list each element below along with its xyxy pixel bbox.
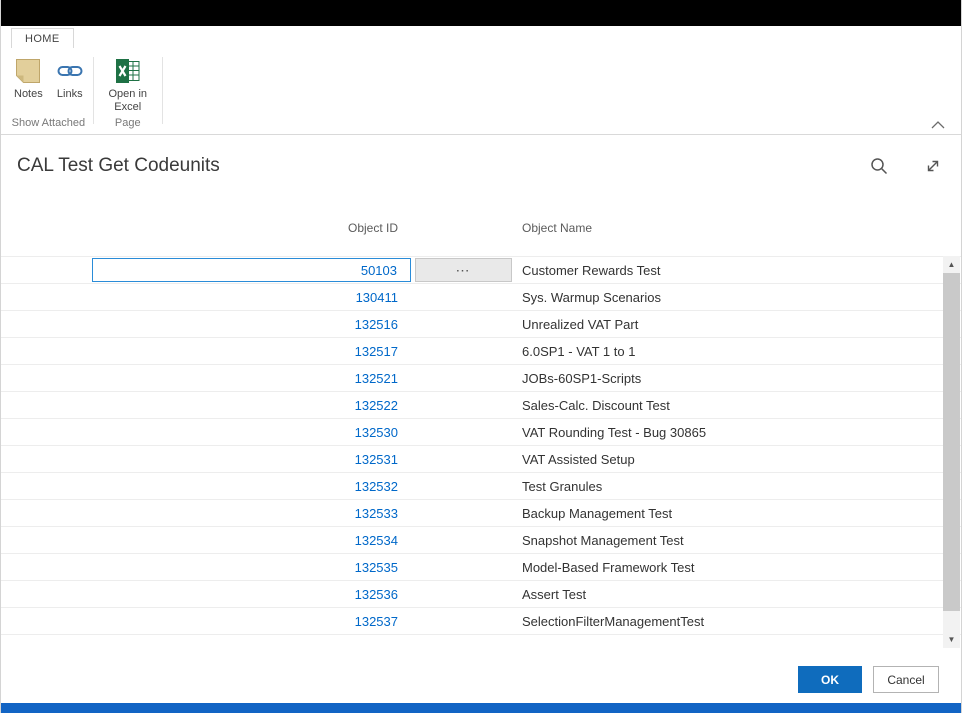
excel-icon (115, 58, 141, 84)
table-row[interactable]: 130411 ⋯ Sys. Warmup Scenarios (1, 284, 961, 311)
object-id-cell[interactable]: 130411 (92, 290, 411, 305)
table-row[interactable]: 132521 ⋯ JOBs-60SP1-Scripts (1, 365, 961, 392)
object-id-cell[interactable]: 132517 (92, 344, 411, 359)
object-id-cell[interactable]: 132532 (92, 479, 411, 494)
table-row[interactable]: 132530 ⋯ VAT Rounding Test - Bug 30865 (1, 419, 961, 446)
object-id-cell[interactable]: 132516 (92, 317, 411, 332)
column-header-object-name[interactable]: Object Name (522, 221, 592, 236)
table-row[interactable]: 132535 ⋯ Model-Based Framework Test (1, 554, 961, 581)
bottom-accent-strip (1, 703, 961, 713)
ribbon-group-separator (162, 57, 163, 124)
open-in-excel-label: Open in Excel (104, 88, 152, 113)
object-id-cell[interactable]: 132530 (92, 425, 411, 440)
notes-button[interactable]: Notes (7, 56, 50, 101)
object-name-cell[interactable]: Snapshot Management Test (522, 533, 684, 548)
table-row[interactable]: 132534 ⋯ Snapshot Management Test (1, 527, 961, 554)
table-row[interactable]: 132516 ⋯ Unrealized VAT Part (1, 311, 961, 338)
table-row[interactable]: 50103 ⋯ Customer Rewards Test (1, 257, 961, 284)
object-name-cell[interactable]: Sales-Calc. Discount Test (522, 398, 670, 413)
table-row[interactable]: 132531 ⋯ VAT Assisted Setup (1, 446, 961, 473)
page-actions (869, 156, 943, 176)
assist-edit-button[interactable]: ⋯ (415, 258, 512, 282)
chevron-up-icon (931, 116, 945, 133)
ribbon-group-show-attached: Notes Links Show Attached (7, 48, 90, 134)
open-in-excel-button[interactable]: Open in Excel (97, 56, 159, 113)
cancel-button[interactable]: Cancel (873, 666, 939, 693)
object-name-cell[interactable]: JOBs-60SP1-Scripts (522, 371, 641, 386)
scroll-up-icon: ▲ (948, 260, 956, 269)
object-id-cell[interactable]: 132522 (92, 398, 411, 413)
object-id-cell[interactable]: 132531 (92, 452, 411, 467)
page-title: CAL Test Get Codeunits (17, 155, 869, 177)
object-name-cell[interactable]: Unrealized VAT Part (522, 317, 638, 332)
collapse-ribbon-button[interactable] (931, 116, 947, 128)
page-header: CAL Test Get Codeunits (1, 135, 961, 197)
object-name-cell[interactable]: Assert Test (522, 587, 586, 602)
object-id-cell[interactable]: 50103 (92, 258, 411, 282)
scroll-down-icon: ▼ (948, 635, 956, 644)
scrollbar-thumb[interactable] (943, 273, 960, 611)
search-icon[interactable] (869, 156, 889, 176)
expand-window-icon[interactable] (923, 156, 943, 176)
ribbon-group-separator (93, 57, 94, 124)
tab-home[interactable]: HOME (11, 28, 74, 48)
object-id-cell[interactable]: 132534 (92, 533, 411, 548)
object-name-cell[interactable]: Customer Rewards Test (522, 263, 660, 278)
scrollbar-track[interactable] (943, 273, 960, 631)
object-name-cell[interactable]: VAT Rounding Test - Bug 30865 (522, 425, 706, 440)
scroll-up-button[interactable]: ▲ (943, 256, 960, 273)
object-name-cell[interactable]: Backup Management Test (522, 506, 672, 521)
ribbon-group-label-show-attached: Show Attached (7, 117, 90, 134)
table-row[interactable]: 132522 ⋯ Sales-Calc. Discount Test (1, 392, 961, 419)
note-icon (15, 58, 41, 84)
column-header-object-id[interactable]: Object ID (1, 221, 411, 236)
table-row[interactable]: 132517 ⋯ 6.0SP1 - VAT 1 to 1 (1, 338, 961, 365)
links-icon (57, 58, 83, 84)
table-row[interactable]: 132537 ⋯ SelectionFilterManagementTest (1, 608, 961, 635)
ribbon: Notes Links Show Attached (1, 48, 961, 135)
object-id-cell[interactable]: 132535 (92, 560, 411, 575)
table-row[interactable]: 132536 ⋯ Assert Test (1, 581, 961, 608)
ribbon-group-page: Open in Excel Page (97, 48, 159, 134)
object-name-cell[interactable]: Sys. Warmup Scenarios (522, 290, 661, 305)
ribbon-group-label-page: Page (97, 117, 159, 134)
object-name-cell[interactable]: 6.0SP1 - VAT 1 to 1 (522, 344, 635, 359)
grid-column-headers: Object ID Object Name (1, 221, 961, 236)
table-row[interactable]: 132532 ⋯ Test Granules (1, 473, 961, 500)
object-name-cell[interactable]: VAT Assisted Setup (522, 452, 635, 467)
links-button[interactable]: Links (50, 56, 90, 101)
ok-button[interactable]: OK (798, 666, 862, 693)
object-name-cell[interactable]: Model-Based Framework Test (522, 560, 694, 575)
ribbon-tab-strip: HOME (1, 26, 961, 48)
scroll-down-button[interactable]: ▼ (943, 631, 960, 648)
object-id-cell[interactable]: 132536 (92, 587, 411, 602)
object-id-cell[interactable]: 132533 (92, 506, 411, 521)
table-row[interactable]: 132533 ⋯ Backup Management Test (1, 500, 961, 527)
window-titlebar[interactable] (1, 0, 961, 26)
object-id-cell[interactable]: 132537 (92, 614, 411, 629)
dialog-footer: OK Cancel (1, 666, 961, 693)
object-id-cell[interactable]: 132521 (92, 371, 411, 386)
object-name-cell[interactable]: SelectionFilterManagementTest (522, 614, 704, 629)
dialog-window: HOME Notes (0, 0, 962, 713)
links-label: Links (57, 88, 83, 101)
vertical-scrollbar[interactable]: ▲ ▼ (943, 256, 960, 648)
notes-label: Notes (14, 88, 43, 101)
grid-body: 50103 ⋯ Customer Rewards Test 130411 ⋯ S… (1, 256, 961, 635)
object-name-cell[interactable]: Test Granules (522, 479, 602, 494)
